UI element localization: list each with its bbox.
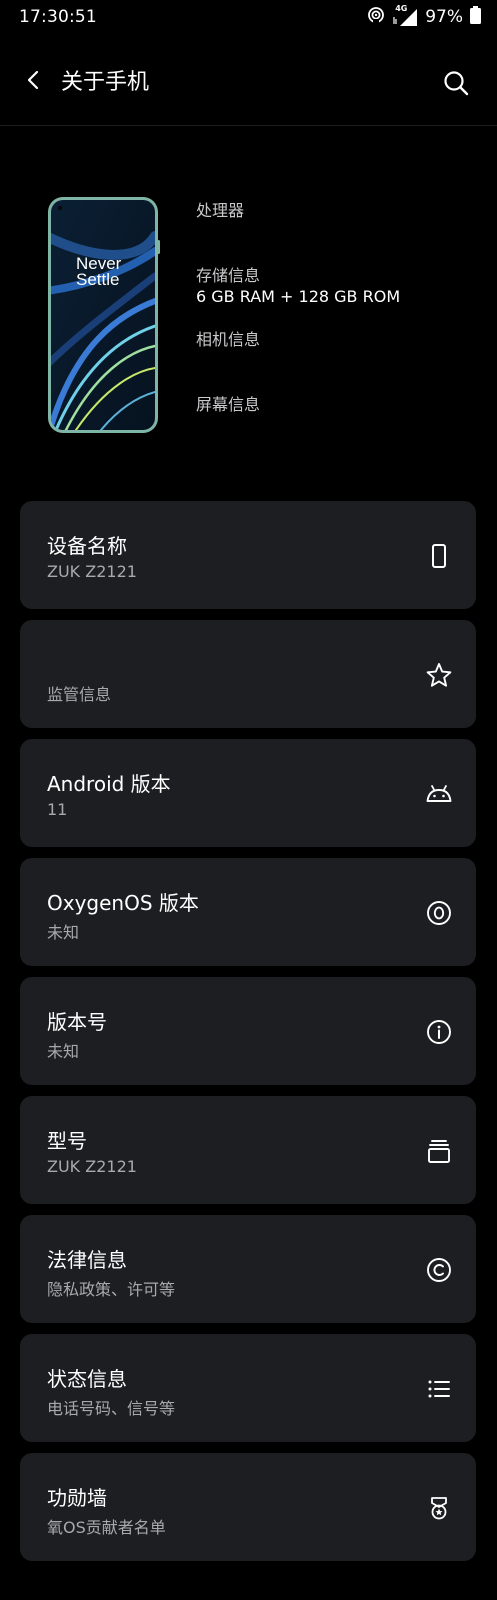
layers-icon — [426, 1138, 452, 1164]
card-subtitle: ZUK Z2121 — [47, 1157, 137, 1176]
android-icon — [426, 781, 452, 807]
card-oxygenos-version[interactable]: OxygenOS 版本 未知 — [20, 858, 476, 966]
svg-text:Settle: Settle — [76, 270, 119, 289]
card-subtitle: 隐私政策、许可等 — [47, 1280, 176, 1299]
card-subtitle: ZUK Z2121 — [47, 562, 137, 581]
storage-value: 6 GB RAM + 128 GB ROM — [196, 287, 401, 306]
card-device-name[interactable]: 设备名称 ZUK Z2121 — [20, 501, 476, 609]
card-status-info[interactable]: 状态信息 电话号码、信号等 — [20, 1334, 476, 1442]
card-legal-info[interactable]: 法律信息 隐私政策、许可等 — [20, 1215, 476, 1323]
battery-icon — [470, 6, 481, 28]
hotspot-icon — [367, 6, 385, 28]
card-title: 型号 — [47, 1129, 87, 1153]
card-subtitle: 未知 — [47, 1042, 80, 1061]
card-title: 状态信息 — [47, 1367, 127, 1391]
wallpaper-line-2: Settle — [76, 270, 119, 289]
card-subtitle: 未知 — [47, 923, 80, 942]
medal-icon — [426, 1495, 452, 1521]
card-title: 设备名称 — [47, 534, 127, 558]
search-button[interactable] — [442, 69, 470, 97]
signal-icon: 4G — [392, 4, 418, 27]
status-icons: 4G 97% — [367, 4, 481, 28]
card-subtitle: 氧OS贡献者名单 — [47, 1518, 166, 1537]
status-time: 17:30:51 — [19, 7, 97, 27]
search-icon — [444, 71, 469, 96]
oxygenos-icon — [426, 900, 452, 926]
card-title: Android 版本 — [47, 772, 171, 796]
copyright-icon — [426, 1257, 452, 1283]
card-model[interactable]: 型号 ZUK Z2121 — [20, 1096, 476, 1204]
storage-label: 存储信息 — [196, 266, 261, 285]
card-subtitle: 监管信息 — [47, 685, 112, 704]
card-android-version[interactable]: Android 版本 11 — [20, 739, 476, 847]
page-title: 关于手机 — [61, 70, 150, 95]
card-subtitle: 11 — [47, 800, 68, 819]
card-subtitle: 电话号码、信号等 — [47, 1399, 176, 1418]
screen-label: 屏幕信息 — [196, 395, 261, 414]
card-build-number[interactable]: 版本号 未知 — [20, 977, 476, 1085]
info-icon — [426, 1019, 452, 1045]
list-icon — [426, 1376, 452, 1402]
back-button[interactable] — [22, 68, 46, 92]
phone-image: Never Settle — [46, 196, 164, 436]
card-title: OxygenOS 版本 — [47, 891, 199, 915]
card-regulatory[interactable]: 监管信息 — [20, 620, 476, 728]
card-title: 功勋墙 — [47, 1486, 107, 1510]
processor-label: 处理器 — [196, 201, 245, 220]
back-arrow-icon — [27, 70, 39, 90]
card-title: 法律信息 — [47, 1248, 127, 1272]
star-icon — [426, 662, 452, 688]
card-contributors[interactable]: 功勋墙 氧OS贡献者名单 — [20, 1453, 476, 1561]
status-bar: 17:30:51 4G 97% — [0, 0, 497, 34]
app-bar: 关于手机 — [0, 34, 497, 126]
battery-percent: 97% — [425, 7, 463, 27]
phone-icon — [426, 543, 452, 569]
camera-label: 相机信息 — [196, 330, 261, 349]
card-title: 版本号 — [47, 1010, 107, 1034]
